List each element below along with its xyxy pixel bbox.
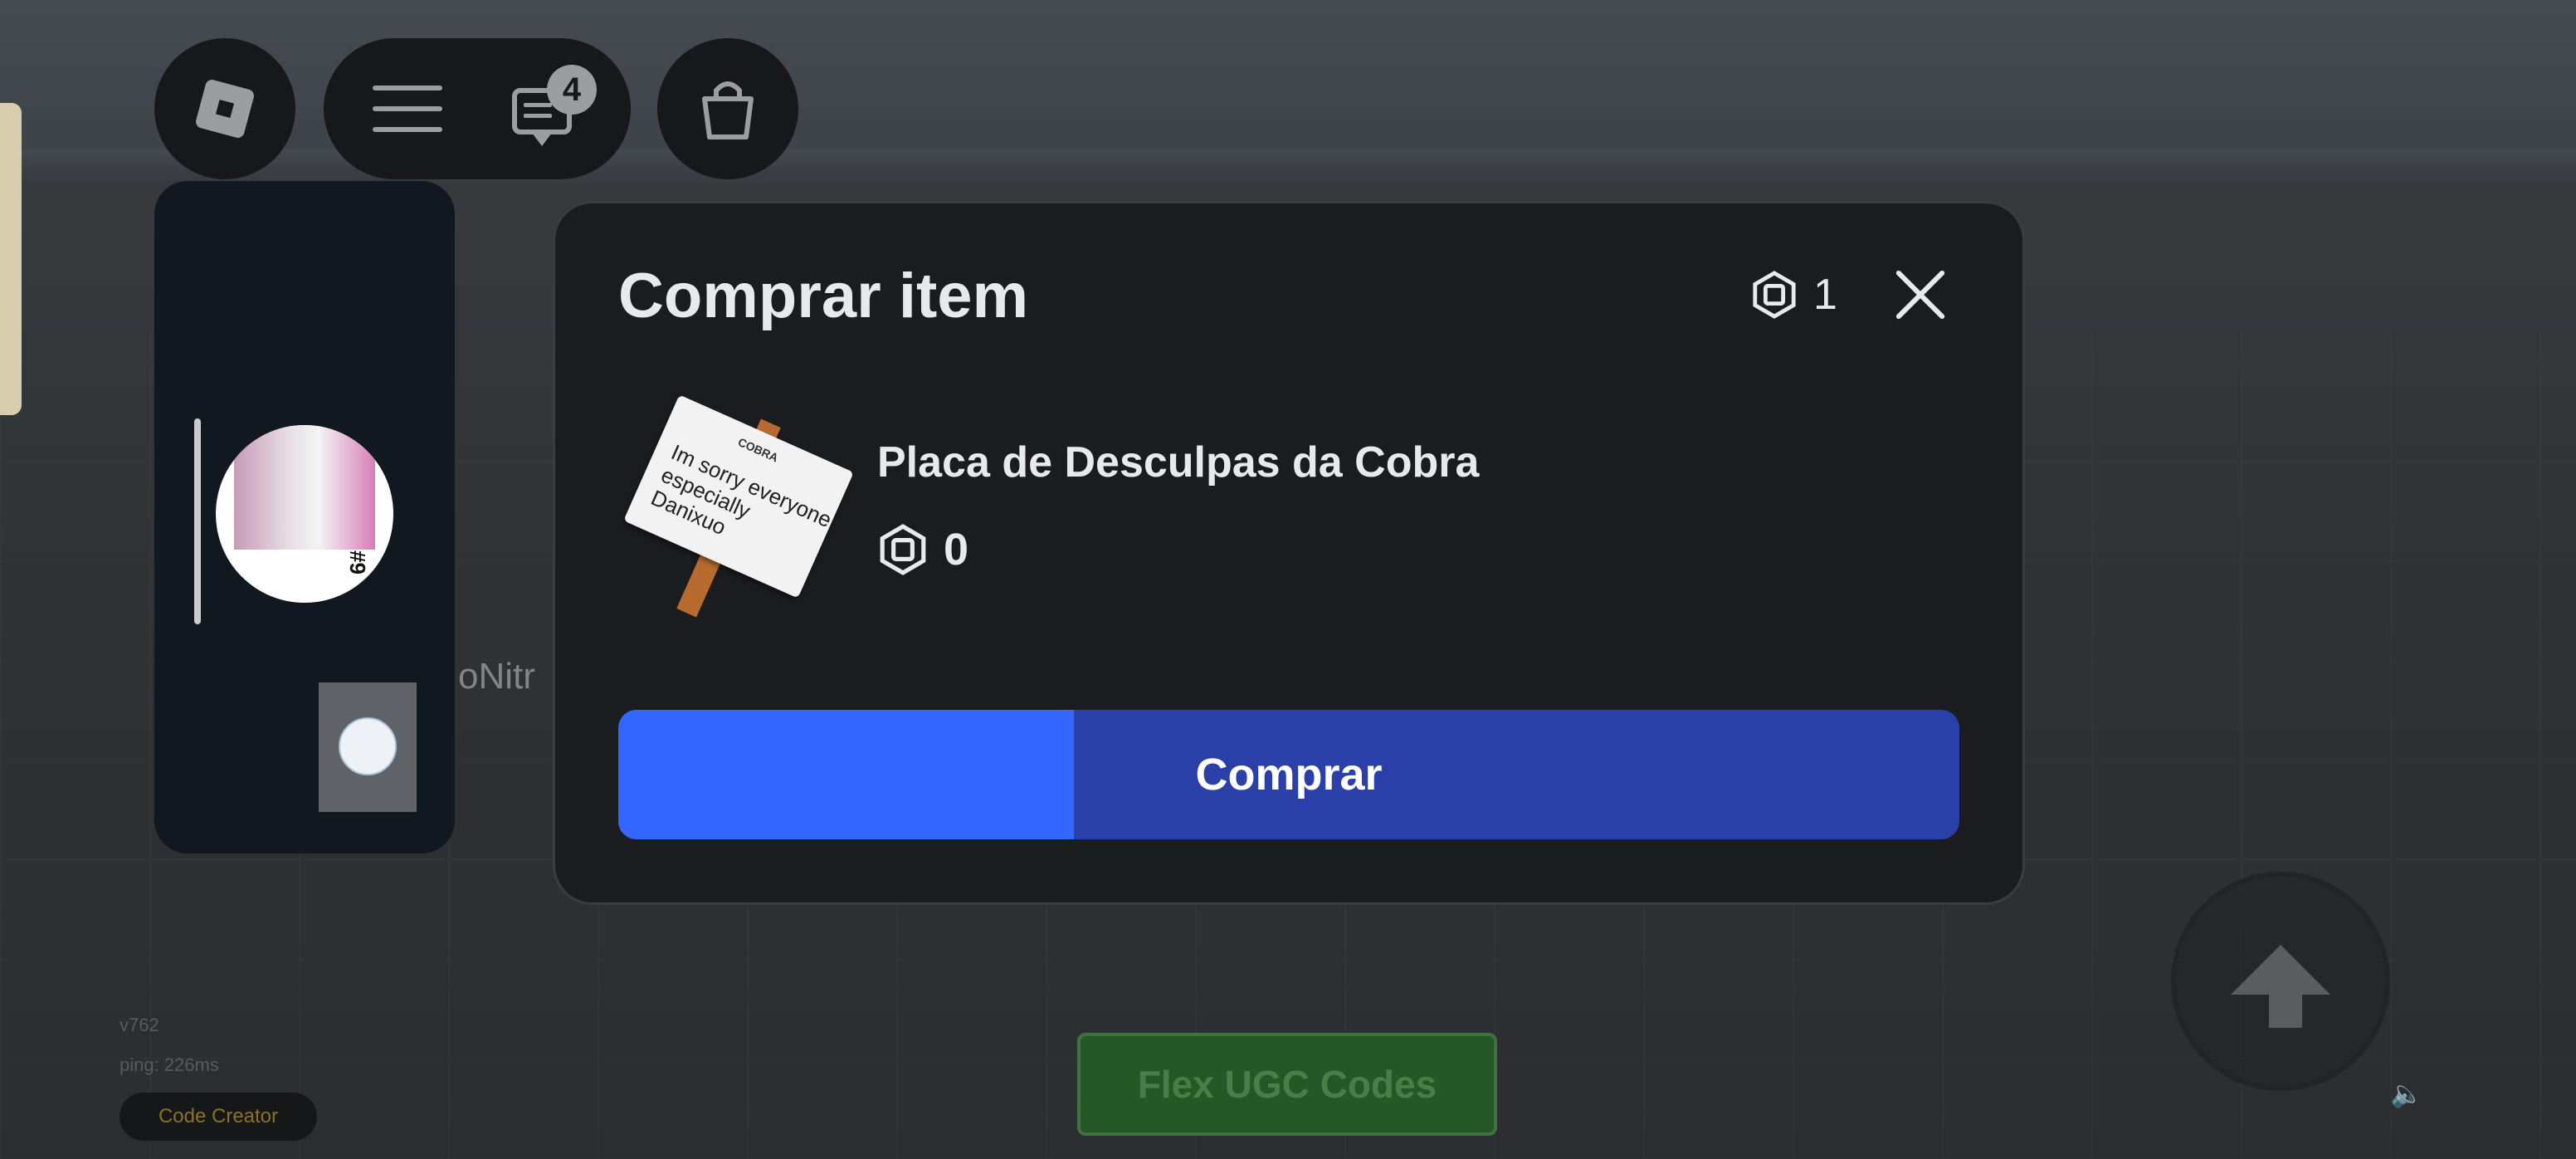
- emote-side-panel: #9: [154, 181, 455, 853]
- avatar-tag: #9: [344, 550, 370, 575]
- roblox-logo-icon: [194, 78, 256, 139]
- apology-sign-image: COBRA Im sorry everyone especially Danix…: [623, 394, 854, 599]
- shopping-bag-icon: [702, 81, 754, 139]
- player-thumbnail[interactable]: [319, 682, 417, 812]
- chat-unread-badge: 4: [547, 65, 597, 115]
- chat-button[interactable]: 4: [507, 65, 597, 146]
- robux-balance-value: 1: [1813, 271, 1837, 319]
- modal-title: Comprar item: [618, 261, 1029, 331]
- buy-button[interactable]: Comprar: [618, 710, 1959, 839]
- roblox-menu-button[interactable]: [154, 38, 295, 179]
- menu-chat-group: 4: [324, 38, 631, 179]
- item-price: 0: [877, 524, 968, 575]
- close-icon[interactable]: [1893, 267, 1949, 323]
- robux-balance: 1: [1750, 270, 1837, 320]
- robux-icon: [877, 524, 929, 575]
- avatar[interactable]: #9: [216, 425, 393, 603]
- avatar: [339, 717, 397, 775]
- robux-icon: [1750, 271, 1798, 319]
- purchase-modal: Comprar item 1 COBRA Im sorry everyone e…: [553, 201, 2025, 905]
- buy-button-label: Comprar: [1195, 750, 1383, 800]
- item-name: Placa de Desculpas da Cobra: [877, 438, 1480, 487]
- edge-panel-tab[interactable]: [0, 103, 22, 415]
- item-thumbnail: COBRA Im sorry everyone especially Danix…: [618, 394, 854, 633]
- shop-button[interactable]: [657, 38, 798, 179]
- hamburger-menu-icon[interactable]: [373, 86, 442, 132]
- item-price-value: 0: [944, 525, 969, 575]
- scrollbar[interactable]: [194, 418, 201, 624]
